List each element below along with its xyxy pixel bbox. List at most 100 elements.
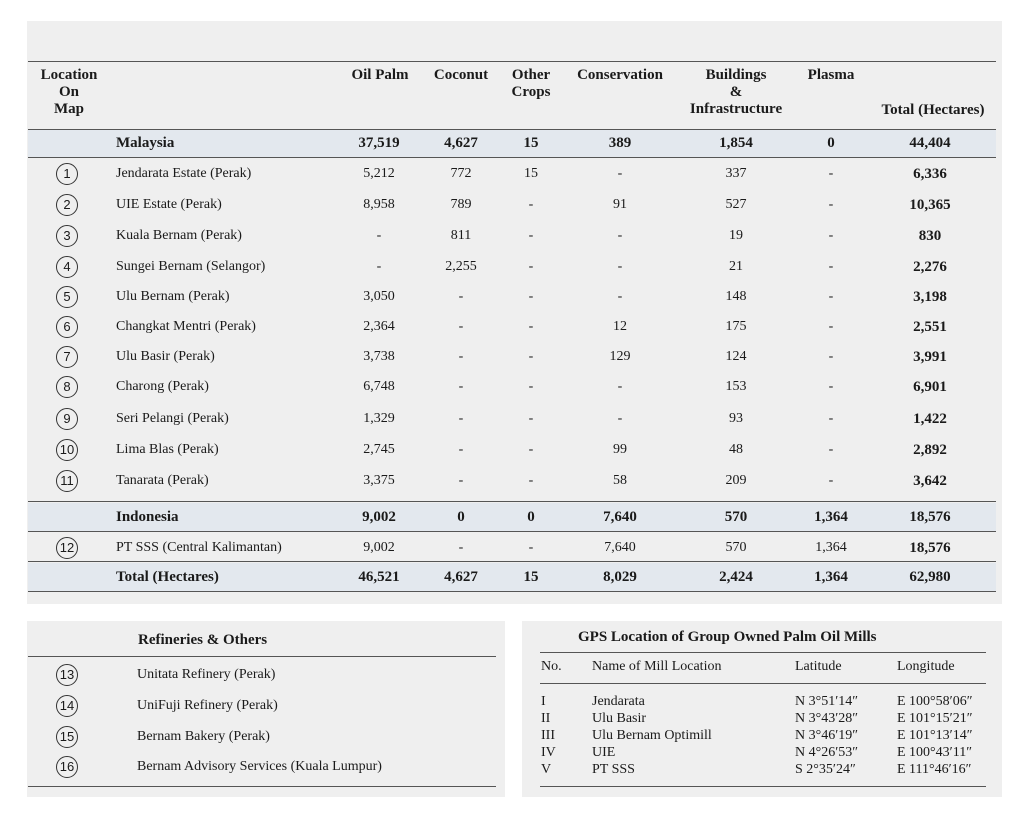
cell-buildings: 1,854	[719, 135, 753, 151]
cell-total: 6,901	[913, 379, 947, 395]
cell-coconut: -	[458, 473, 464, 488]
cell-total: 18,576	[909, 509, 951, 525]
cell-other-crops: -	[528, 289, 534, 304]
cell-conservation: 91	[613, 197, 627, 212]
location-number-badge: 4	[56, 256, 78, 278]
cell-oil-palm: 3,050	[363, 289, 395, 304]
gps-no: V	[541, 762, 552, 777]
cell-plasma: -	[828, 197, 834, 212]
cell-total: 3,991	[913, 349, 947, 365]
cell-oil-palm: 9,002	[362, 509, 396, 525]
cell-oil-palm: 6,748	[363, 379, 395, 394]
gps-longitude: E 100°43′11″	[897, 745, 973, 760]
cell-other-crops: -	[528, 411, 534, 426]
table-rule	[28, 129, 996, 130]
row-name: Jendarata Estate (Perak)	[116, 166, 252, 181]
cell-other-crops: -	[528, 473, 534, 488]
cell-coconut: 811	[450, 228, 472, 243]
cell-coconut: 4,627	[444, 569, 478, 585]
cell-conservation: -	[617, 166, 623, 181]
refinery-name: Bernam Bakery (Perak)	[137, 729, 270, 744]
cell-conservation: 7,640	[603, 509, 637, 525]
cell-other-crops: -	[528, 540, 534, 555]
cell-oil-palm: 37,519	[358, 135, 400, 151]
cell-total: 3,642	[913, 473, 947, 489]
group-row-name: Total (Hectares)	[116, 569, 219, 585]
cell-plasma: -	[828, 473, 834, 488]
header-conservation: Conservation	[577, 67, 663, 83]
header-location-line-2: On	[58, 84, 79, 100]
cell-oil-palm: -	[376, 228, 382, 243]
refinery-number-badge: 16	[56, 756, 78, 778]
gps-no: III	[541, 728, 555, 743]
cell-total: 18,576	[909, 540, 951, 556]
row-name: Seri Pelangi (Perak)	[116, 411, 229, 426]
gps-title: GPS Location of Group Owned Palm Oil Mil…	[578, 629, 877, 645]
refinery-name: Unitata Refinery (Perak)	[137, 667, 276, 682]
cell-total: 830	[918, 228, 942, 244]
gps-no: I	[541, 694, 546, 709]
cell-other-crops: -	[528, 442, 534, 457]
cell-coconut: -	[458, 289, 464, 304]
cell-conservation: 99	[613, 442, 627, 457]
row-name: Ulu Basir (Perak)	[116, 349, 215, 364]
cell-other-crops: -	[528, 349, 534, 364]
refinery-number-badge: 15	[56, 726, 78, 748]
cell-oil-palm: 3,375	[363, 473, 395, 488]
header-location: Location On Map	[33, 67, 105, 118]
gps-latitude: N 3°43′28″	[795, 711, 859, 726]
cell-total: 6,336	[913, 166, 947, 182]
cell-buildings: 570	[725, 540, 747, 555]
row-name: Kuala Bernam (Perak)	[116, 228, 242, 243]
refinery-name: UniFuji Refinery (Perak)	[137, 698, 278, 713]
location-number-badge: 3	[56, 225, 78, 247]
cell-coconut: 4,627	[444, 135, 478, 151]
cell-other-crops: 15	[524, 166, 538, 181]
cell-coconut: 0	[457, 509, 465, 525]
cell-total: 3,198	[913, 289, 947, 305]
row-name: Sungei Bernam (Selangor)	[116, 259, 266, 274]
header-plasma: Plasma	[807, 67, 855, 83]
refineries-title: Refineries & Others	[138, 632, 268, 648]
gps-latitude: N 3°51′14″	[795, 694, 859, 709]
header-buildings: Buildings & Infrastructure	[678, 67, 794, 118]
table-rule	[28, 501, 996, 502]
cell-oil-palm: 9,002	[363, 540, 395, 555]
gps-mill-name: UIE	[592, 745, 616, 760]
row-name: Lima Blas (Perak)	[116, 442, 219, 457]
table-rule	[28, 591, 996, 592]
cell-oil-palm: 2,745	[363, 442, 395, 457]
table-rule	[28, 561, 996, 562]
cell-plasma: -	[828, 379, 834, 394]
cell-buildings: 148	[725, 289, 747, 304]
cell-buildings: 527	[725, 197, 747, 212]
cell-coconut: -	[458, 411, 464, 426]
location-number-badge: 7	[56, 346, 78, 368]
gps-mill-name: PT SSS	[592, 762, 635, 777]
cell-plasma: 1,364	[814, 509, 848, 525]
row-name: Ulu Bernam (Perak)	[116, 289, 230, 304]
cell-conservation: -	[617, 259, 623, 274]
cell-conservation: 58	[613, 473, 627, 488]
location-number-badge: 9	[56, 408, 78, 430]
gps-longitude: E 101°15′21″	[897, 711, 973, 726]
cell-total: 44,404	[909, 135, 951, 151]
header-location-line-1: Location	[40, 67, 98, 83]
cell-plasma: -	[828, 289, 834, 304]
cell-oil-palm: 1,329	[363, 411, 395, 426]
cell-buildings: 19	[729, 228, 743, 243]
location-number-badge: 12	[56, 537, 78, 559]
cell-other-crops: -	[528, 259, 534, 274]
row-name: PT SSS (Central Kalimantan)	[116, 540, 282, 555]
gps-latitude: S 2°35′24″	[795, 762, 856, 777]
cell-conservation: 389	[608, 135, 632, 151]
cell-oil-palm: 5,212	[363, 166, 395, 181]
row-name: Charong (Perak)	[116, 379, 209, 394]
location-number-badge: 5	[56, 286, 78, 308]
header-location-line-3: Map	[54, 101, 84, 117]
cell-plasma: -	[828, 442, 834, 457]
gps-top-rule	[540, 652, 986, 653]
location-number-badge: 10	[56, 439, 78, 461]
cell-plasma: 1,364	[814, 569, 848, 585]
row-name: Tanarata (Perak)	[116, 473, 209, 488]
